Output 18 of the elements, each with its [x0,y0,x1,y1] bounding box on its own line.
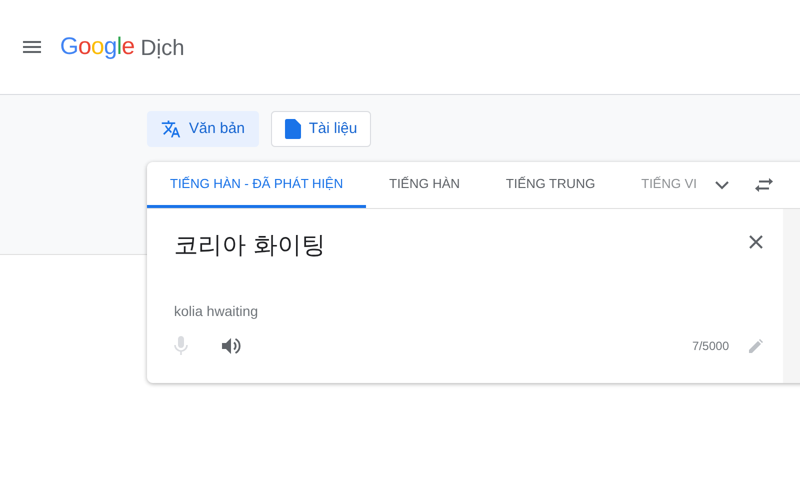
mode-button[interactable]: Tài liệu [270,111,372,147]
close-icon[interactable] [749,235,763,249]
mode-button[interactable]: Văn bản [147,111,259,147]
swap-icon[interactable] [754,178,773,192]
language-tab[interactable]: TIẾNG TRUNG [482,162,618,208]
language-tab[interactable]: TIẾNG HÀN - ĐÃ PHÁT HIỆN [147,162,366,208]
language-tab[interactable]: TIẾNG VI [618,162,705,208]
romanization-text: kolia hwaiting [174,302,260,321]
chevron-down-icon[interactable] [714,180,729,190]
menu-icon[interactable] [23,41,41,53]
character-count: 7/5000 [692,338,729,355]
app-name: Dịch [140,34,184,62]
translate-icon [161,119,181,139]
google-logo: Google [60,32,134,62]
source-text: 코리아 화이팅 [174,230,326,261]
document-icon [284,119,301,139]
language-tab[interactable]: TIẾNG HÀN [366,162,483,208]
speaker-icon[interactable] [222,337,242,355]
